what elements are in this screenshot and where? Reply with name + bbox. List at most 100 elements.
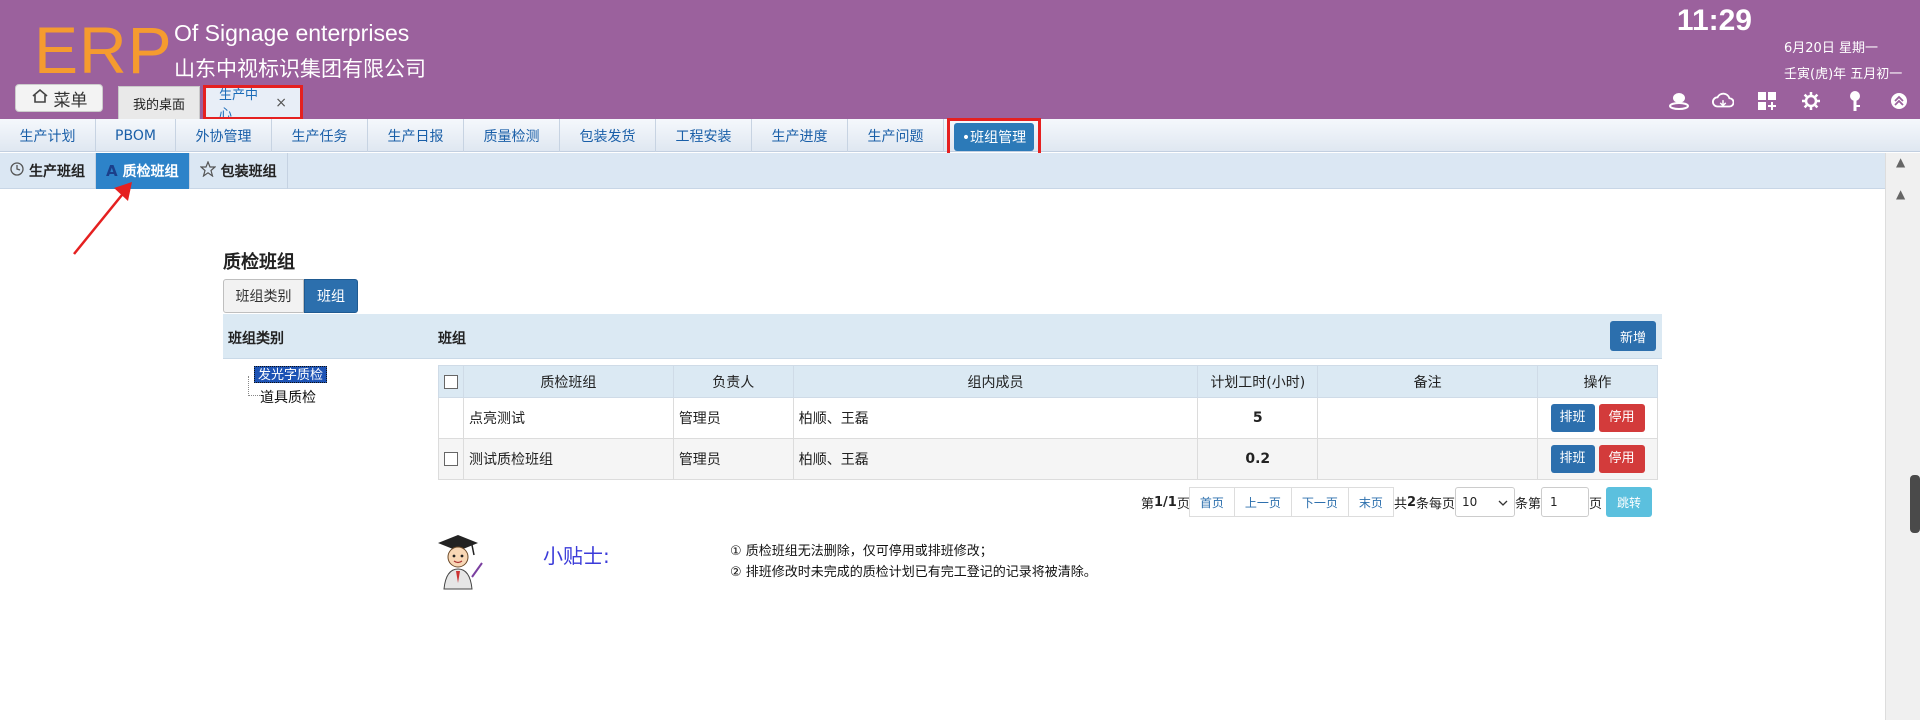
subtab-packing-team[interactable]: 包装班组	[190, 153, 288, 189]
disable-button[interactable]: 停用	[1598, 445, 1645, 473]
mascot-image	[438, 535, 483, 590]
panel-header: 班组类别 班组 新增	[223, 314, 1662, 359]
nav-active-label: •班组管理	[953, 123, 1035, 151]
table-row[interactable]: 点亮测试 管理员 柏顺、王磊 5 排班 停用	[438, 397, 1658, 439]
segment-category[interactable]: 班组类别	[223, 279, 304, 313]
erp-logo: ERP	[34, 13, 173, 87]
total-prefix: 共	[1393, 496, 1407, 512]
next-page-button[interactable]: 下一页	[1290, 487, 1349, 517]
scroll-up-icon[interactable]: ▲	[1896, 155, 1905, 169]
tip-line: ① 质检班组无法删除，仅可停用或排班修改；	[730, 544, 993, 559]
company-name-en: Of Signage enterprises	[174, 20, 410, 46]
actions-cell: 排班 停用	[1537, 397, 1658, 439]
select-all-checkbox[interactable]	[444, 374, 458, 389]
page-info-prefix: 第	[1141, 496, 1155, 512]
column-header: 计划工时(小时)	[1197, 365, 1319, 398]
members-cell: 柏顺、王磊	[792, 438, 1199, 480]
checkbox-cell	[438, 397, 464, 439]
chevron-down-icon	[1498, 495, 1508, 509]
nav-item[interactable]: 外协管理	[176, 119, 272, 152]
owner-cell: 管理员	[672, 397, 794, 439]
column-header: 负责人	[672, 365, 794, 398]
team-name-cell: 点亮测试	[463, 397, 674, 439]
per-page-value: 10	[1462, 495, 1478, 509]
tab-production-center[interactable]: 生产中心 ×	[203, 85, 303, 122]
page-number-input[interactable]: 1	[1541, 487, 1590, 517]
apps-icon[interactable]	[1756, 90, 1778, 112]
column-header: 备注	[1317, 365, 1539, 398]
jump-prefix: 条第	[1515, 496, 1542, 512]
total-count: 2	[1406, 494, 1416, 510]
team-name-cell: 测试质检班组	[463, 438, 674, 480]
column-header: 组内成员	[792, 365, 1199, 398]
nav-item[interactable]: 生产计划	[0, 119, 96, 152]
key-icon[interactable]	[1844, 90, 1866, 112]
checkbox-cell	[438, 438, 464, 480]
subtab-label: 质检班组	[122, 164, 179, 180]
row-checkbox[interactable]	[444, 452, 458, 466]
menu-label: 菜单	[53, 90, 88, 111]
scroll-up-icon[interactable]: ▲	[1896, 187, 1905, 201]
sub-tab-bar: 生产班组 A 质检班组 包装班组	[0, 153, 1885, 189]
schedule-button[interactable]: 排班	[1550, 445, 1595, 473]
first-page-button[interactable]: 首页	[1188, 487, 1235, 517]
nav-item[interactable]: 生产问题	[848, 119, 944, 152]
vertical-scrollbar[interactable]: ▲ ▲	[1885, 153, 1920, 720]
column-header: 操作	[1537, 365, 1658, 398]
remark-cell	[1317, 397, 1539, 439]
jump-button[interactable]: 跳转	[1606, 487, 1653, 517]
collapse-icon[interactable]	[1888, 90, 1910, 112]
page-info: 1/1	[1154, 494, 1177, 510]
app-header: ERP Of Signage enterprises 山东中视标识集团有限公司 …	[0, 0, 1920, 122]
per-page-select[interactable]: 10	[1455, 487, 1516, 517]
remark-cell	[1317, 438, 1539, 480]
last-page-button[interactable]: 末页	[1347, 487, 1394, 517]
members-cell: 柏顺、王磊	[792, 397, 1199, 439]
nav-item[interactable]: 生产日报	[368, 119, 464, 152]
a-icon: A	[106, 162, 118, 180]
nav-item[interactable]: 生产任务	[272, 119, 368, 152]
nav-item[interactable]: 工程安装	[656, 119, 752, 152]
gear-icon[interactable]	[1800, 90, 1822, 112]
close-icon[interactable]: ×	[275, 95, 287, 111]
subtab-label: 生产班组	[29, 164, 85, 180]
star-icon	[199, 160, 217, 181]
panel-left-title: 班组类别	[228, 331, 284, 347]
owner-cell: 管理员	[672, 438, 794, 480]
menu-button[interactable]: 菜单	[15, 84, 103, 112]
nav-item-team-management[interactable]: •班组管理	[947, 118, 1041, 156]
pagination: 第 1/1 页 首页 上一页 下一页 末页 共 2 条每页 10 条第 1 页 …	[1141, 487, 1653, 517]
annotation-arrow	[73, 182, 132, 255]
tab-my-desktop[interactable]: 我的桌面	[118, 86, 200, 119]
add-button[interactable]: 新增	[1610, 321, 1656, 351]
column-header: 质检班组	[463, 365, 674, 398]
nav-item[interactable]: 质量检测	[464, 119, 560, 152]
table-row[interactable]: 测试质检班组 管理员 柏顺、王磊 0.2 排班 停用	[438, 438, 1658, 480]
company-name-cn: 山东中视标识集团有限公司	[174, 57, 426, 81]
total-suffix: 条每页	[1416, 496, 1456, 512]
home-icon	[31, 88, 49, 109]
tree-node[interactable]: 道具质检	[260, 387, 316, 407]
nav-item[interactable]: PBOM	[96, 119, 176, 152]
page-title: 质检班组	[223, 252, 295, 273]
clock-icon	[10, 162, 24, 180]
nav-item[interactable]: 生产进度	[752, 119, 848, 152]
disable-button[interactable]: 停用	[1598, 404, 1645, 432]
subtab-label: 包装班组	[220, 164, 277, 180]
jump-suffix: 页	[1589, 496, 1603, 512]
tab-label: 我的桌面	[133, 97, 186, 113]
side-handle[interactable]	[1910, 475, 1920, 533]
tab-label: 生产中心	[219, 88, 259, 122]
cloud-icon[interactable]	[1712, 90, 1734, 112]
date-display: 6月20日 星期一	[1784, 41, 1878, 56]
schedule-button[interactable]: 排班	[1550, 404, 1595, 432]
nav-item[interactable]: 包装发货	[560, 119, 656, 152]
prev-page-button[interactable]: 上一页	[1233, 487, 1292, 517]
tips-title: 小贴士:	[543, 544, 610, 568]
hours-cell: 0.2	[1197, 438, 1319, 480]
lunar-date: 壬寅(虎)年 五月初一	[1784, 67, 1903, 82]
user-icon[interactable]	[1668, 90, 1690, 112]
panel-right-title: 班组	[438, 331, 466, 347]
tree-node[interactable]: 发光字质检	[254, 366, 328, 383]
segment-group[interactable]: 班组	[304, 279, 358, 313]
